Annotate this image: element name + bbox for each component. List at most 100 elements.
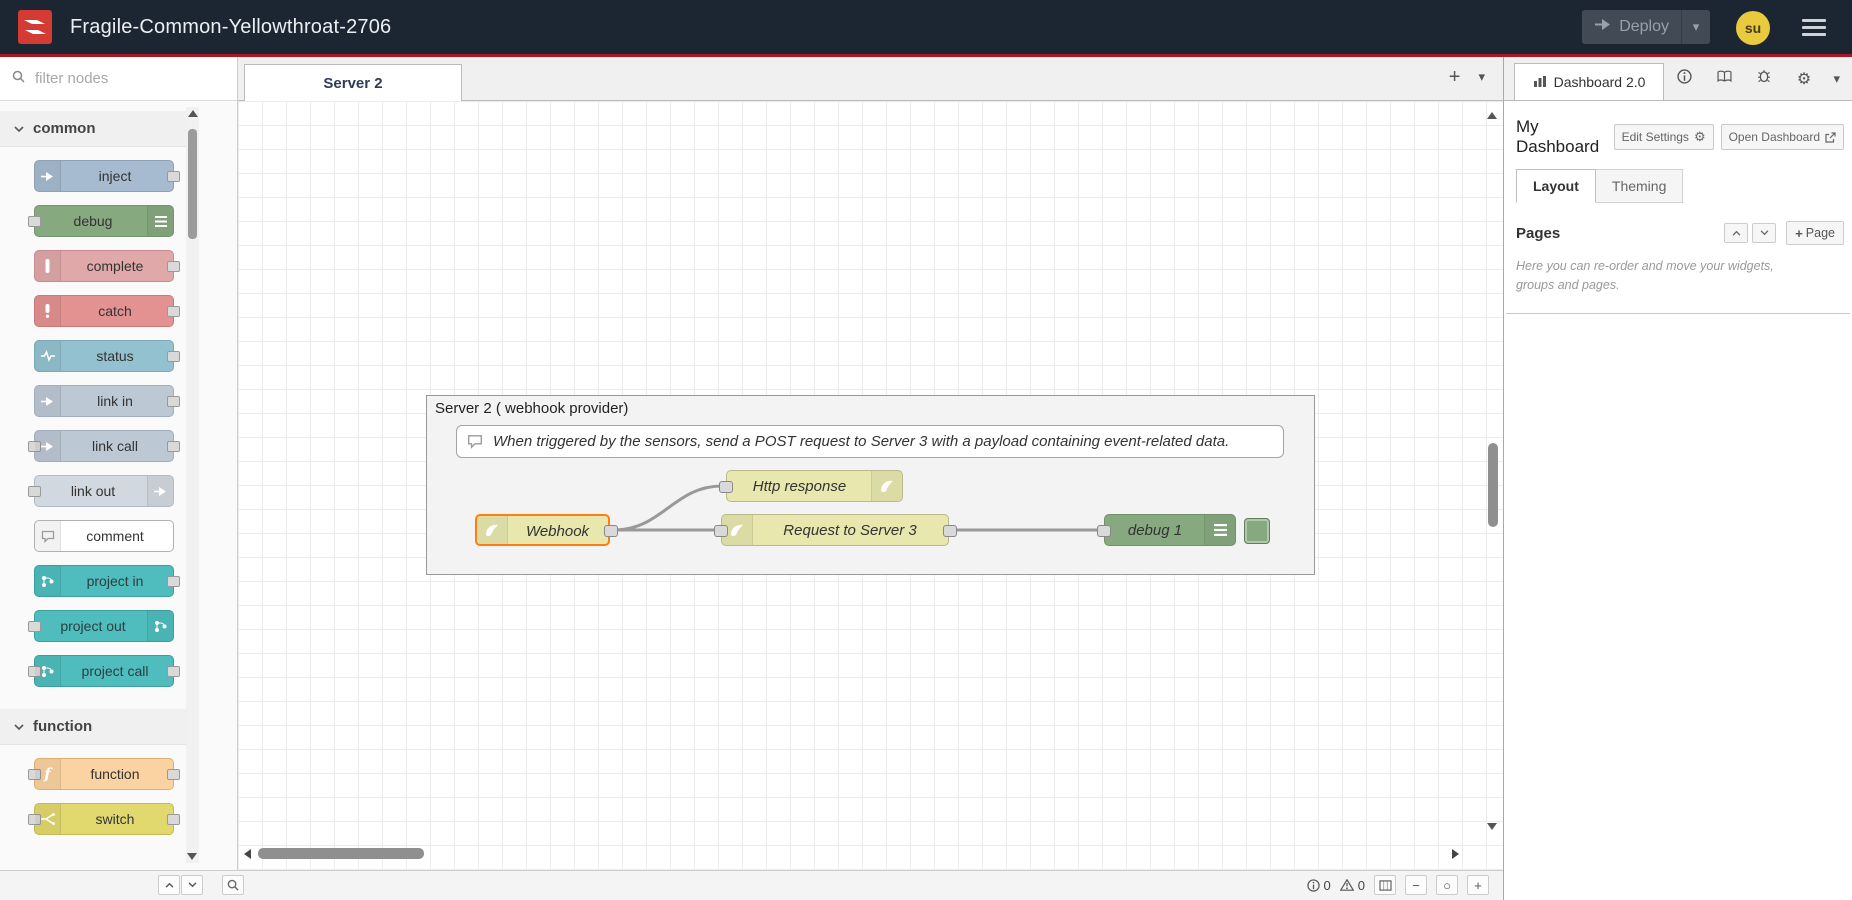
- palette-node-catch[interactable]: catch: [34, 295, 174, 327]
- deploy-options-caret[interactable]: ▾: [1681, 10, 1710, 44]
- scroll-down-icon[interactable]: [187, 853, 197, 860]
- scroll-up-icon[interactable]: [188, 110, 198, 117]
- tab-info[interactable]: [1664, 57, 1704, 100]
- add-page-button[interactable]: + Page: [1786, 221, 1844, 245]
- palette-node-status[interactable]: status: [34, 340, 174, 372]
- palette-node-comment[interactable]: comment: [34, 520, 174, 552]
- tab-theming[interactable]: Theming: [1596, 169, 1683, 203]
- output-port[interactable]: [604, 525, 618, 537]
- canvas-scroll-down-icon[interactable]: [1487, 823, 1497, 830]
- palette-filter-input[interactable]: [33, 69, 207, 88]
- edit-settings-button[interactable]: Edit Settings ⚙: [1614, 124, 1714, 150]
- move-page-down-button[interactable]: [1752, 223, 1776, 243]
- palette-node-label: link in: [57, 393, 173, 409]
- zoom-reset-button[interactable]: ○: [1436, 875, 1458, 895]
- flow-node-webhook[interactable]: Webhook: [475, 514, 610, 546]
- tab-debug[interactable]: [1744, 57, 1784, 100]
- palette-node-label: complete: [57, 258, 173, 274]
- warning-count[interactable]: 0: [1340, 878, 1365, 893]
- output-port[interactable]: [167, 261, 180, 272]
- input-port[interactable]: [714, 525, 728, 537]
- user-avatar[interactable]: su: [1736, 11, 1770, 45]
- http-swoosh-icon: [871, 471, 902, 501]
- zoom-in-button[interactable]: +: [1467, 875, 1489, 895]
- warning-icon: [1340, 879, 1354, 891]
- palette-node-link-call[interactable]: link call: [34, 430, 174, 462]
- palette-node-label: switch: [57, 811, 173, 827]
- output-port[interactable]: [167, 666, 180, 677]
- navigator-toggle-button[interactable]: [1374, 875, 1396, 895]
- palette-node-label: status: [57, 348, 173, 364]
- debug-enable-toggle[interactable]: [1244, 518, 1270, 544]
- palette-node-project-out[interactable]: project out: [34, 610, 174, 642]
- add-flow-plus-icon[interactable]: +: [1449, 67, 1461, 87]
- flow-node-label: Request to Server 3: [752, 522, 948, 539]
- book-icon: [1717, 70, 1732, 88]
- workspace-tabbar: Server 2 + ▾: [238, 57, 1503, 101]
- palette-scrollbar-thumb[interactable]: [188, 129, 197, 239]
- output-port[interactable]: [167, 576, 180, 587]
- output-port[interactable]: [167, 351, 180, 362]
- footer-status-cluster: 0 0 − ○ +: [1307, 875, 1489, 895]
- output-port[interactable]: [167, 769, 180, 780]
- palette-node-function[interactable]: f function: [34, 758, 174, 790]
- link-out-icon: [147, 476, 173, 506]
- pages-description: Here you can re-order and move your widg…: [1504, 245, 1852, 295]
- workspace-tab-server2[interactable]: Server 2: [244, 64, 462, 101]
- deploy-button[interactable]: Deploy ▾: [1582, 10, 1710, 44]
- zoom-out-button[interactable]: −: [1405, 875, 1427, 895]
- canvas-search-button[interactable]: [222, 875, 244, 895]
- palette-node-debug[interactable]: debug: [34, 205, 174, 237]
- flow-node-request-to-server3[interactable]: Request to Server 3: [721, 514, 949, 546]
- palette-search: [0, 57, 238, 101]
- canvas-scroll-up-icon[interactable]: [1487, 112, 1497, 119]
- deploy-icon: [1594, 18, 1611, 36]
- flow-node-debug1[interactable]: debug 1: [1104, 514, 1236, 546]
- output-port[interactable]: [167, 306, 180, 317]
- sidebar-tabs-chevron-down-icon[interactable]: ▾: [1833, 57, 1840, 100]
- flow-node-label: Webhook: [507, 523, 608, 540]
- palette-category-common[interactable]: common: [0, 111, 186, 147]
- move-page-up-button[interactable]: [1724, 223, 1748, 243]
- comment-node[interactable]: When triggered by the sensors, send a PO…: [456, 425, 1284, 458]
- canvas-scroll-left-icon[interactable]: [244, 849, 251, 859]
- debug-icon: [1204, 515, 1235, 545]
- input-port[interactable]: [719, 481, 733, 493]
- tab-config[interactable]: ⚙: [1784, 57, 1824, 100]
- output-port[interactable]: [167, 441, 180, 452]
- palette-expand-all-button[interactable]: [181, 875, 203, 895]
- palette-node-project-call[interactable]: project call: [34, 655, 174, 687]
- palette-node-link-in[interactable]: link in: [34, 385, 174, 417]
- main-menu-icon[interactable]: [1802, 19, 1826, 36]
- palette-node-label: debug: [35, 213, 151, 229]
- canvas-horizontal-scrollbar[interactable]: [258, 848, 424, 859]
- comment-node-label: When triggered by the sensors, send a PO…: [493, 433, 1229, 450]
- info-count-value: 0: [1324, 878, 1331, 893]
- palette-category-function[interactable]: function: [0, 709, 186, 745]
- flow-canvas[interactable]: Server 2 ( webhook provider) When trigge…: [238, 101, 1503, 870]
- palette-node-link-out[interactable]: link out: [34, 475, 174, 507]
- palette-collapse-all-button[interactable]: [158, 875, 180, 895]
- canvas-scroll-right-icon[interactable]: [1452, 849, 1459, 859]
- info-count[interactable]: 0: [1307, 878, 1331, 893]
- palette-node-complete[interactable]: complete: [34, 250, 174, 282]
- palette-node-switch[interactable]: switch: [34, 803, 174, 835]
- palette-node-inject[interactable]: inject: [34, 160, 174, 192]
- palette-node-label: link call: [57, 438, 173, 454]
- open-dashboard-button[interactable]: Open Dashboard: [1721, 124, 1844, 150]
- deploy-button-main[interactable]: Deploy: [1582, 10, 1681, 44]
- palette-scrollbar[interactable]: [186, 107, 199, 863]
- tab-layout[interactable]: Layout: [1516, 169, 1596, 203]
- output-port[interactable]: [167, 396, 180, 407]
- tab-dashboard[interactable]: Dashboard 2.0: [1514, 63, 1664, 100]
- output-port[interactable]: [167, 814, 180, 825]
- palette-node-project-in[interactable]: project in: [34, 565, 174, 597]
- output-port[interactable]: [943, 525, 957, 537]
- sidebar-tabbar: Dashboard 2.0 ⚙ ▾: [1503, 57, 1852, 101]
- input-port[interactable]: [1097, 525, 1111, 537]
- canvas-vertical-scrollbar[interactable]: [1488, 443, 1498, 527]
- tab-help[interactable]: [1704, 57, 1744, 100]
- output-port[interactable]: [167, 171, 180, 182]
- flow-list-chevron-down-icon[interactable]: ▾: [1478, 69, 1485, 85]
- flow-node-http-response[interactable]: Http response: [726, 470, 903, 502]
